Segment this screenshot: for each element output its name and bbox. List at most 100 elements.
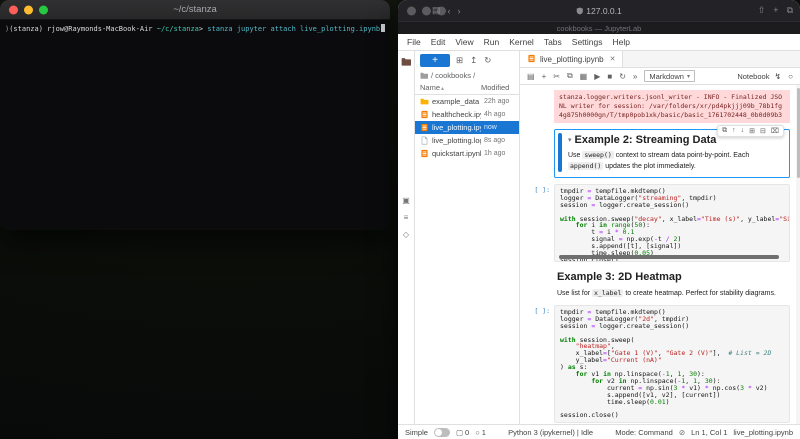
horizontal-scrollbar[interactable] <box>559 255 779 259</box>
running-sessions-tab-icon[interactable]: ▣ <box>402 196 410 205</box>
interrupt-kernel-icon[interactable]: ■ <box>607 72 612 81</box>
notebook-content[interactable]: stanza.logger.writers.jsonl_writer - INF… <box>520 85 800 424</box>
file-browser-panel: + ⊞ ↥ ↻ / cookbooks / Name▴ Modified examp… <box>415 51 520 424</box>
kernel-status[interactable]: Python 3 (ipykernel) | Idle <box>508 428 593 437</box>
upload-icon[interactable]: ↥ <box>470 55 477 66</box>
sort-caret-icon: ▴ <box>441 86 444 92</box>
activity-bar: ▣ ≡ ◇ <box>398 51 415 424</box>
restart-kernel-icon[interactable]: ↻ <box>619 72 626 81</box>
run-cell-icon[interactable]: ▶ <box>594 72 600 81</box>
markdown-cell-example2[interactable]: ▾ Example 2: Streaming Data Use sweep() … <box>520 129 790 178</box>
back-icon[interactable]: ‹ <box>448 6 451 16</box>
browser-tab-strip[interactable]: cookbooks — JupyterLab <box>398 21 800 34</box>
new-tab-icon[interactable]: + <box>773 5 778 16</box>
kernels-indicator[interactable]: ○1 <box>475 428 486 437</box>
file-row-example_data[interactable]: example_data22h ago <box>415 95 519 108</box>
tab-overview-icon[interactable]: ⧉ <box>787 5 793 16</box>
share-icon[interactable]: ⇧ <box>758 5 766 16</box>
code-cell-2[interactable]: [ ]: tmpdir = tempfile.mkdtemp()logger =… <box>520 305 790 423</box>
paste-cell-icon[interactable]: ▦ <box>580 72 588 81</box>
new-launcher-button[interactable]: + <box>420 54 450 67</box>
minimize-button[interactable] <box>422 6 431 15</box>
simple-mode-toggle[interactable] <box>434 428 450 437</box>
cursor-position[interactable]: Ln 1, Col 1 <box>691 428 727 437</box>
menu-view[interactable]: View <box>450 37 478 47</box>
command-mode-indicator[interactable]: Mode: Command <box>615 428 673 437</box>
file-row-live_plotting.ipynb[interactable]: live_plotting.ipynbnow <box>415 121 519 134</box>
cell-toolbar: ⧉ ↑ ↓ ⊞ ⊟ ⌧ <box>717 125 784 137</box>
close-tab-icon[interactable]: ✕ <box>610 55 616 63</box>
chevron-down-icon: ▾ <box>687 73 690 80</box>
address-bar[interactable]: 127.0.0.1 <box>576 6 621 16</box>
insert-cell-above-icon[interactable]: ⊞ <box>749 127 755 135</box>
extension-manager-tab-icon[interactable]: ◇ <box>403 230 409 239</box>
file-modified: 1h ago <box>484 150 514 157</box>
name-column-header[interactable]: Name▴ <box>420 83 481 92</box>
table-of-contents-tab-icon[interactable]: ≡ <box>404 213 409 222</box>
heading-collapser-icon[interactable]: ▾ <box>568 136 572 144</box>
document-tab-bar: live_plotting.ipynb ✕ <box>520 51 800 68</box>
menu-settings[interactable]: Settings <box>567 37 608 47</box>
insert-cell-icon[interactable]: + <box>542 72 547 81</box>
zoom-button[interactable] <box>39 5 48 14</box>
privacy-shield-icon <box>576 7 583 15</box>
markdown-cell-example3[interactable]: Example 3: 2D Heatmap Use list for x_lab… <box>520 268 790 299</box>
kernel-status-icon[interactable]: ○ <box>788 72 793 81</box>
refresh-icon[interactable]: ↻ <box>484 55 491 66</box>
file-row-healthcheck.ipynb[interactable]: healthcheck.ipynb4h ago <box>415 108 519 121</box>
menu-tabs[interactable]: Tabs <box>539 37 567 47</box>
forward-icon[interactable]: › <box>458 6 461 16</box>
code-cell-1[interactable]: [ ]: tmpdir = tempfile.mkdtemp()logger =… <box>520 184 790 262</box>
cell-type-dropdown[interactable]: Markdown ▾ <box>644 70 695 82</box>
execution-prompt: [ ]: <box>520 184 554 262</box>
code-editor-1[interactable]: tmpdir = tempfile.mkdtemp()logger = Data… <box>554 184 790 262</box>
scrollbar-thumb[interactable] <box>797 88 800 178</box>
file-list-header[interactable]: Name▴ Modified <box>415 82 519 95</box>
new-folder-icon[interactable]: ⊞ <box>456 55 463 66</box>
notebook-tab[interactable]: live_plotting.ipynb ✕ <box>520 51 623 67</box>
rendered-markdown[interactable]: Example 3: 2D Heatmap Use list for x_lab… <box>554 268 790 299</box>
terminals-indicator[interactable]: ▢0 <box>456 428 469 437</box>
menu-run[interactable]: Run <box>479 37 505 47</box>
menu-kernel[interactable]: Kernel <box>504 37 539 47</box>
terminal-cursor <box>381 24 385 32</box>
file-row-live_plotting.log[interactable]: live_plotting.log8s ago <box>415 134 519 147</box>
browser-tab-title[interactable]: cookbooks — JupyterLab <box>557 24 642 33</box>
vertical-scrollbar[interactable] <box>796 85 800 424</box>
close-button[interactable] <box>407 6 416 15</box>
sidebar-icon[interactable]: ▤ <box>432 5 441 16</box>
move-cell-up-icon[interactable]: ↑ <box>732 127 736 135</box>
minimize-button[interactable] <box>24 5 33 14</box>
save-icon[interactable]: ▤ <box>527 72 535 81</box>
notebook-file-icon <box>527 54 536 65</box>
kernel-display-name[interactable]: Notebook <box>737 72 769 81</box>
browser-window[interactable]: ▤ ‹ › 127.0.0.1 ⇧ + ⧉ cookbooks — Jupyte… <box>398 0 800 439</box>
selected-markdown-cell[interactable]: ▾ Example 2: Streaming Data Use sweep() … <box>554 129 790 178</box>
file-browser-tab-icon[interactable] <box>401 57 411 68</box>
move-cell-down-icon[interactable]: ↓ <box>741 127 745 135</box>
accelerator-icon[interactable]: ↯ <box>774 72 781 81</box>
close-button[interactable] <box>9 5 18 14</box>
status-bar: Simple ▢0 ○1 Python 3 (ipykernel) | Idle… <box>398 424 800 439</box>
copy-cell-icon[interactable]: ⧉ <box>567 71 573 81</box>
restart-run-all-icon[interactable]: » <box>633 72 637 81</box>
terminal-window[interactable]: ~/c/stanza )(stanza) rjow@Raymonds-MacBo… <box>0 0 390 230</box>
menu-file[interactable]: File <box>402 37 426 47</box>
browser-titlebar[interactable]: ▤ ‹ › 127.0.0.1 ⇧ + ⧉ <box>398 0 800 21</box>
code-editor-2[interactable]: tmpdir = tempfile.mkdtemp()logger = Data… <box>554 305 790 423</box>
cut-cell-icon[interactable]: ✂ <box>553 72 560 81</box>
delete-cell-icon[interactable]: ⌧ <box>771 127 779 135</box>
terminal-titlebar[interactable]: ~/c/stanza <box>0 0 390 20</box>
file-row-quickstart.ipynb[interactable]: quickstart.ipynb1h ago <box>415 147 519 160</box>
menu-edit[interactable]: Edit <box>426 37 451 47</box>
command-text: stanza jupyter attach live_plotting.ipyn… <box>207 25 380 33</box>
duplicate-cell-icon[interactable]: ⧉ <box>722 127 727 135</box>
breadcrumb[interactable]: / cookbooks / <box>415 70 519 82</box>
insert-cell-below-icon[interactable]: ⊟ <box>760 127 766 135</box>
modified-column-header[interactable]: Modified <box>481 83 514 92</box>
cell-collapser[interactable] <box>558 133 562 172</box>
menu-help[interactable]: Help <box>608 37 635 47</box>
notebook-icon <box>420 149 429 158</box>
breadcrumb-path[interactable]: / cookbooks / <box>431 71 475 80</box>
terminal-body[interactable]: )(stanza) rjow@Raymonds-MacBook-Air ~/c/… <box>0 20 390 229</box>
